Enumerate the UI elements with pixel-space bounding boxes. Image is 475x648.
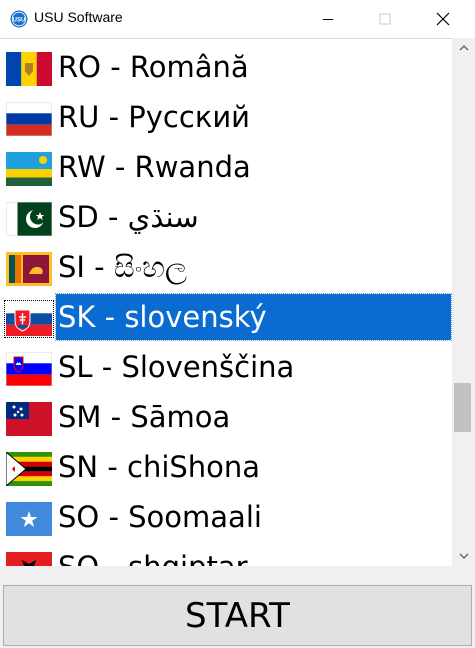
scroll-down-button[interactable] xyxy=(452,546,475,566)
language-label: SO - Soomaali xyxy=(58,500,262,534)
app-window: USU USU Software RO - Română RU - Русский… xyxy=(0,0,475,648)
start-button[interactable]: START xyxy=(3,585,472,646)
albania-flag-icon xyxy=(6,552,52,566)
samoa-flag-icon xyxy=(6,402,52,436)
minimize-button[interactable] xyxy=(305,0,351,38)
pakistan-flag-icon xyxy=(6,202,52,236)
usu-logo-icon: USU xyxy=(10,10,28,28)
language-item[interactable]: RO - Română xyxy=(0,42,452,92)
language-label: RO - Română xyxy=(58,50,249,84)
language-label: SK - slovenský xyxy=(55,293,452,341)
somalia-flag-icon xyxy=(6,502,52,536)
language-label: SM - Sāmoa xyxy=(58,400,231,434)
title-bar[interactable]: USU USU Software xyxy=(0,0,475,38)
scroll-thumb[interactable] xyxy=(454,383,471,432)
maximize-button[interactable] xyxy=(362,0,408,38)
russia-flag-icon xyxy=(6,102,52,136)
language-item[interactable]: RW - Rwanda xyxy=(0,142,452,192)
slovenia-flag-icon xyxy=(6,352,52,386)
language-item[interactable]: SL - Slovenščina xyxy=(0,342,452,392)
language-item[interactable]: SQ - shqiptar xyxy=(0,542,452,566)
rwanda-flag-icon xyxy=(6,152,52,186)
vertical-scrollbar[interactable] xyxy=(452,38,475,566)
chevron-up-icon xyxy=(459,45,468,51)
language-label: RU - Русский xyxy=(58,100,251,134)
minimize-icon xyxy=(323,19,333,20)
footer: START xyxy=(0,566,475,648)
language-label: RW - Rwanda xyxy=(58,150,251,184)
window-title: USU Software xyxy=(34,9,123,25)
language-item[interactable]: RU - Русский xyxy=(0,92,452,142)
maximize-icon xyxy=(379,13,391,25)
close-button[interactable] xyxy=(420,0,466,38)
language-item[interactable]: SI - සිංහල xyxy=(0,242,452,292)
sri-lanka-flag-icon xyxy=(6,252,52,286)
scroll-up-button[interactable] xyxy=(452,38,475,58)
language-item[interactable]: SN - chiShona xyxy=(0,442,452,492)
zimbabwe-flag-icon xyxy=(6,452,52,486)
language-label: SN - chiShona xyxy=(58,450,261,484)
moldova-flag-icon xyxy=(6,52,52,86)
chevron-down-icon xyxy=(459,553,468,559)
language-label: SQ - shqiptar xyxy=(56,544,256,566)
language-label: SL - Slovenščina xyxy=(58,350,295,384)
svg-text:USU: USU xyxy=(13,18,26,24)
language-item[interactable]: SO - Soomaali xyxy=(0,492,452,542)
language-list[interactable]: RO - Română RU - Русский RW - Rwanda SD - س… xyxy=(0,38,475,566)
language-item[interactable]: SM - Sāmoa xyxy=(0,392,452,442)
slovakia-flag-icon xyxy=(6,302,52,336)
language-item[interactable]: SK - slovenský xyxy=(0,292,452,342)
language-label: SI - සිංහල xyxy=(58,250,188,284)
language-label: SD - سنڌي xyxy=(58,200,199,234)
language-item[interactable]: SD - سنڌي xyxy=(0,192,452,242)
close-icon xyxy=(436,12,450,26)
